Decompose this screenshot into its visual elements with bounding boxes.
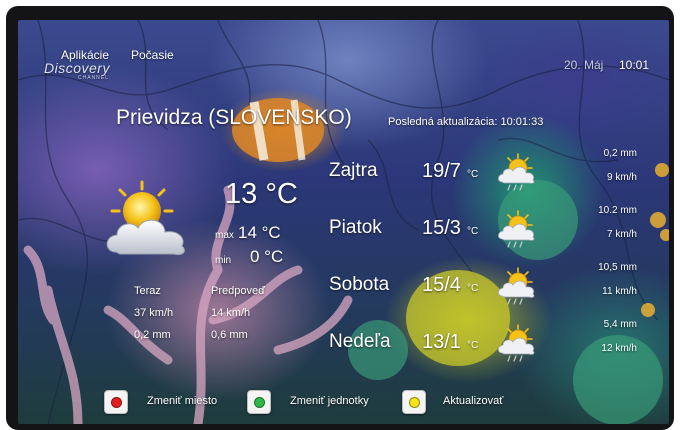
partly-cloudy-rain-icon	[498, 153, 535, 191]
forecast-temps: 15/4	[422, 274, 461, 296]
now-rain: 0,2 mm	[134, 329, 171, 341]
forecast-rain: 0,6 mm	[211, 329, 248, 341]
forecast-temps: 19/7	[422, 160, 461, 182]
change-units-label[interactable]: Zmeniť jednotky	[290, 395, 369, 407]
partly-cloudy-rain-icon	[498, 210, 535, 248]
forecast-day: Nedeľa	[329, 331, 391, 352]
min-label: min	[215, 255, 232, 266]
max-value: 14 °C	[238, 223, 281, 242]
forecast-day: Zajtra	[329, 160, 378, 181]
header-date: 20. Máj	[564, 58, 604, 72]
forecast-label: Predpoveď	[211, 285, 265, 297]
change-location-label[interactable]: Zmeniť miesto	[147, 395, 217, 407]
partly-cloudy-rain-icon	[498, 324, 535, 362]
forecast-day: Sobota	[329, 274, 390, 295]
forecast-temps: 15/3	[422, 217, 461, 239]
forecast-rain: 10,5 mm	[598, 262, 637, 273]
partly-cloudy-icon	[106, 180, 185, 255]
max-label: max	[215, 230, 234, 241]
forecast-unit: °C	[467, 169, 479, 180]
forecast-wind: 11 km/h	[602, 286, 637, 297]
forecast-rain: 0,2 mm	[603, 148, 637, 159]
red-button[interactable]	[104, 390, 128, 414]
green-button[interactable]	[247, 390, 271, 414]
discovery-logo: Discovery	[44, 60, 110, 76]
yellow-dot-icon	[408, 396, 420, 408]
forecast-temps: 13/1	[422, 331, 461, 353]
min-value: 0 °C	[250, 247, 284, 266]
partly-cloudy-rain-icon	[498, 267, 535, 305]
tv-frame: Aplikácie Počasie Discovery CHANNEL 20. …	[6, 6, 674, 430]
weather-screen: Aplikácie Počasie Discovery CHANNEL 20. …	[18, 20, 669, 424]
red-dot-icon	[110, 396, 122, 408]
forecast-rain: 10.2 mm	[598, 205, 637, 216]
forecast-rain: 5,4 mm	[603, 319, 637, 330]
now-wind: 37 km/h	[134, 307, 174, 319]
refresh-label[interactable]: Aktualizovať	[443, 395, 503, 407]
forecast-unit: °C	[467, 226, 479, 237]
forecast-wind: 12 km/h	[601, 343, 637, 354]
current-temperature: 13 °C	[225, 178, 298, 210]
yellow-button[interactable]	[402, 390, 426, 414]
city-title: Prievidza (SLOVENSKO)	[116, 106, 352, 129]
green-dot-icon	[253, 396, 265, 408]
forecast-unit: °C	[467, 340, 479, 351]
forecast-unit: °C	[467, 283, 479, 294]
forecast-wind: 7 km/h	[606, 229, 637, 240]
last-updated: Posledná aktualizácia: 10:01:33	[388, 116, 544, 128]
forecast-wind: 9 km/h	[606, 172, 637, 183]
now-label: Teraz	[134, 285, 161, 297]
menu-weather[interactable]: Počasie	[131, 48, 174, 62]
header-time: 10:01	[619, 58, 650, 72]
forecast-day: Piatok	[329, 217, 382, 238]
discovery-logo-sub: CHANNEL	[78, 75, 109, 81]
forecast-wind: 14 km/h	[211, 307, 251, 319]
